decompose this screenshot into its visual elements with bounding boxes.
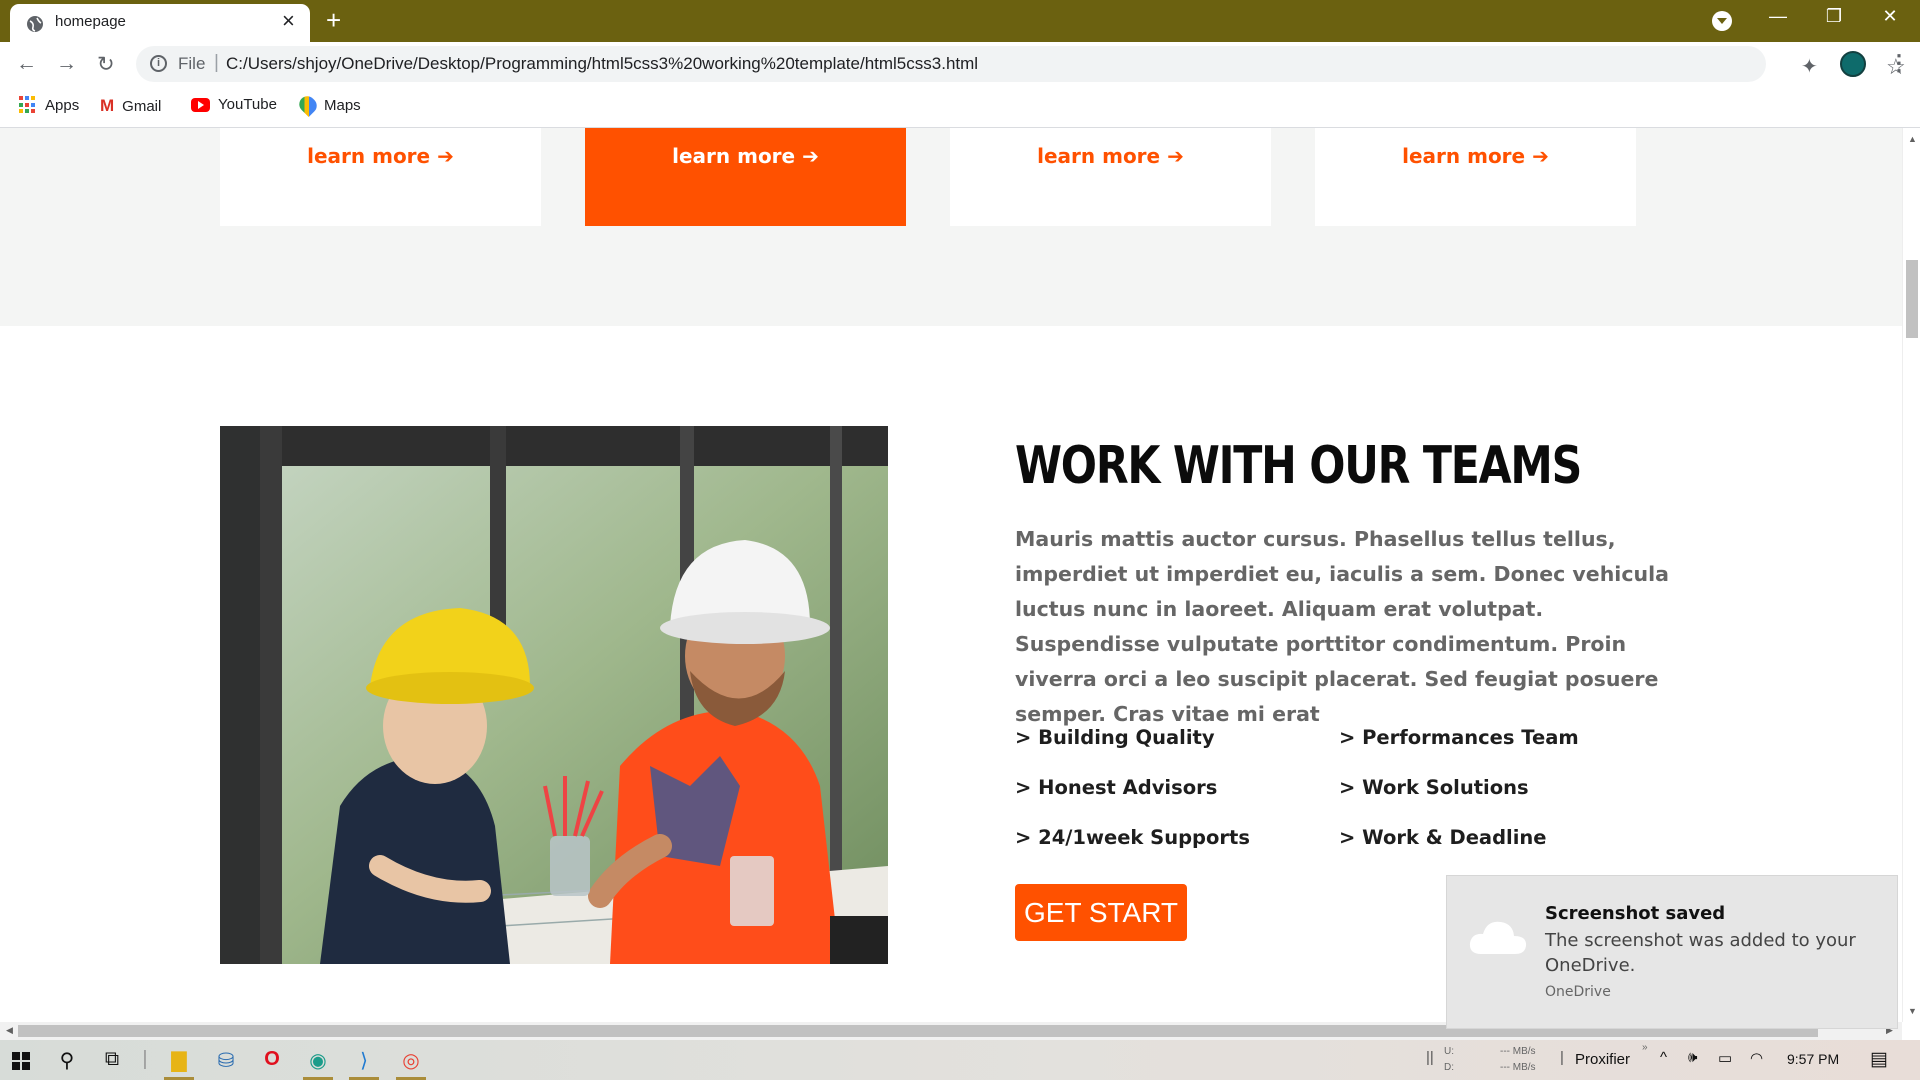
wifi-icon[interactable]: ◠ (1750, 1049, 1763, 1067)
close-window-icon[interactable]: ✕ (1870, 6, 1910, 27)
feature-item: > 24/1week Supports (1015, 826, 1250, 849)
windows-start-icon[interactable] (12, 1052, 30, 1070)
vertical-scrollbar[interactable]: ▲ ▼ (1902, 128, 1920, 1022)
url-scheme: File (178, 54, 206, 73)
extensions-puzzle-icon[interactable]: ✦ (1801, 54, 1818, 79)
opera-icon[interactable]: O (257, 1048, 287, 1071)
bookmark-label: Apps (45, 96, 80, 114)
arrow-right-icon: ➔ (1167, 144, 1184, 168)
link-label: learn more (672, 144, 796, 168)
tray-divider: | (1560, 1049, 1564, 1066)
net-upload-speed: --- MB/s (1500, 1046, 1536, 1057)
scroll-down-icon[interactable]: ▼ (1908, 1006, 1917, 1016)
close-tab-icon[interactable]: × (282, 10, 295, 32)
maps-icon (295, 92, 321, 118)
profile-avatar[interactable] (1840, 51, 1866, 77)
service-card-active: learn more ➔ (585, 128, 906, 226)
bookmark-gmail[interactable]: M Gmail (100, 96, 161, 116)
section-heading: WORK WITH OUR TEAMS (1015, 436, 1582, 496)
restore-icon[interactable]: ❐ (1814, 6, 1854, 27)
team-photo (220, 426, 888, 964)
net-download-label: D: (1444, 1062, 1454, 1073)
tab-title: homepage (55, 13, 126, 30)
get-start-button[interactable]: GET START (1015, 884, 1187, 941)
url-separator: | (214, 52, 219, 73)
arrow-right-icon: ➔ (437, 144, 454, 168)
learn-more-link[interactable]: learn more ➔ (585, 144, 906, 168)
chrome-icon[interactable]: ◎ (396, 1048, 426, 1080)
minimize-icon[interactable]: — (1758, 6, 1798, 27)
service-card: learn more ➔ (220, 128, 541, 226)
tab-search-icon[interactable] (1712, 11, 1732, 31)
bookmark-label: YouTube (218, 96, 277, 113)
bookmark-label: Maps (324, 96, 361, 114)
bookmark-label: Gmail (122, 97, 162, 115)
scroll-left-icon[interactable]: ◀ (6, 1025, 13, 1036)
toast-source: OneDrive (1545, 984, 1611, 1000)
feature-item: > Work & Deadline (1339, 826, 1547, 849)
tray-divider: || (1426, 1049, 1434, 1066)
menu-dots-icon[interactable]: ⋮ (1888, 50, 1910, 76)
link-label: learn more (1402, 144, 1526, 168)
cloud-icon (1469, 921, 1527, 954)
network-app-icon[interactable]: ⛁ (211, 1048, 241, 1073)
proxifier-label[interactable]: Proxifier (1575, 1051, 1630, 1068)
learn-more-link[interactable]: learn more ➔ (1315, 144, 1636, 168)
edge-icon[interactable]: ◉ (303, 1048, 333, 1080)
gmail-icon: M (100, 96, 115, 115)
bookmark-apps[interactable]: Apps (19, 96, 79, 114)
tab-homepage[interactable]: homepage × (10, 4, 310, 42)
net-download-speed: --- MB/s (1500, 1062, 1536, 1073)
learn-more-link[interactable]: learn more ➔ (220, 144, 541, 168)
file-explorer-icon[interactable]: ▇ (164, 1048, 194, 1080)
taskbar: ⚲ ⧉ | ▇ ⛁ O ◉ ⟩ ◎ || U: D: --- MB/s --- … (0, 1040, 1920, 1080)
net-upload-label: U: (1444, 1046, 1454, 1057)
vscode-icon[interactable]: ⟩ (349, 1048, 379, 1080)
url-text[interactable]: C:/Users/shjoy/OneDrive/Desktop/Programm… (226, 54, 978, 74)
link-label: learn more (307, 144, 431, 168)
show-hidden-icons-icon[interactable]: ^ (1660, 1049, 1667, 1066)
toast-body: The screenshot was added to your OneDriv… (1545, 930, 1856, 976)
feature-item: > Work Solutions (1339, 776, 1529, 799)
back-icon[interactable]: ← (16, 52, 37, 76)
onedrive-notification[interactable]: Screenshot saved The screenshot was adde… (1446, 875, 1898, 1029)
new-tab-icon[interactable]: + (326, 6, 341, 34)
overflow-chevron-icon[interactable]: » (1642, 1042, 1648, 1053)
learn-more-link[interactable]: learn more ➔ (950, 144, 1271, 168)
service-card: learn more ➔ (950, 128, 1271, 226)
youtube-icon (191, 97, 210, 112)
clock[interactable]: 9:57 PM (1787, 1051, 1839, 1067)
task-view-icon[interactable]: ⧉ (97, 1048, 127, 1071)
link-label: learn more (1037, 144, 1161, 168)
taskbar-divider: | (142, 1048, 148, 1070)
search-icon[interactable]: ⚲ (52, 1048, 82, 1073)
feature-item: > Honest Advisors (1015, 776, 1218, 799)
bookmark-maps[interactable]: Maps (295, 92, 361, 118)
services-section: learn more ➔ learn more ➔ learn more ➔ l… (0, 128, 1902, 326)
arrow-right-icon: ➔ (1532, 144, 1549, 168)
arrow-right-icon: ➔ (802, 144, 819, 168)
toast-title: Screenshot saved (1545, 903, 1726, 924)
feature-item: > Building Quality (1015, 726, 1215, 749)
scroll-up-icon[interactable]: ▲ (1908, 134, 1917, 144)
info-icon[interactable]: i (150, 55, 167, 72)
title-bar: homepage × + — ❐ ✕ (0, 0, 1920, 42)
feature-item: > Performances Team (1339, 726, 1579, 749)
action-center-icon[interactable]: ▤ (1870, 1048, 1888, 1071)
battery-icon[interactable]: ▭ (1718, 1049, 1732, 1067)
reload-icon[interactable]: ↻ (97, 52, 115, 77)
bookmarks-bar: Apps M Gmail YouTube Maps (0, 86, 1920, 128)
section-paragraph: Mauris mattis auctor cursus. Phasellus t… (1015, 527, 1669, 726)
address-bar[interactable]: i File | C:/Users/shjoy/OneDrive/Desktop… (136, 46, 1906, 82)
forward-icon[interactable]: → (56, 52, 77, 76)
apps-grid-icon (19, 96, 37, 114)
globe-icon (27, 16, 43, 32)
volume-icon[interactable]: 🕪 (1688, 1049, 1697, 1066)
bookmark-youtube[interactable]: YouTube (191, 96, 277, 113)
browser-toolbar: ← → ↻ i File | C:/Users/shjoy/OneDrive/D… (0, 42, 1920, 86)
service-card: learn more ➔ (1315, 128, 1636, 226)
vertical-scroll-thumb[interactable] (1906, 260, 1918, 338)
